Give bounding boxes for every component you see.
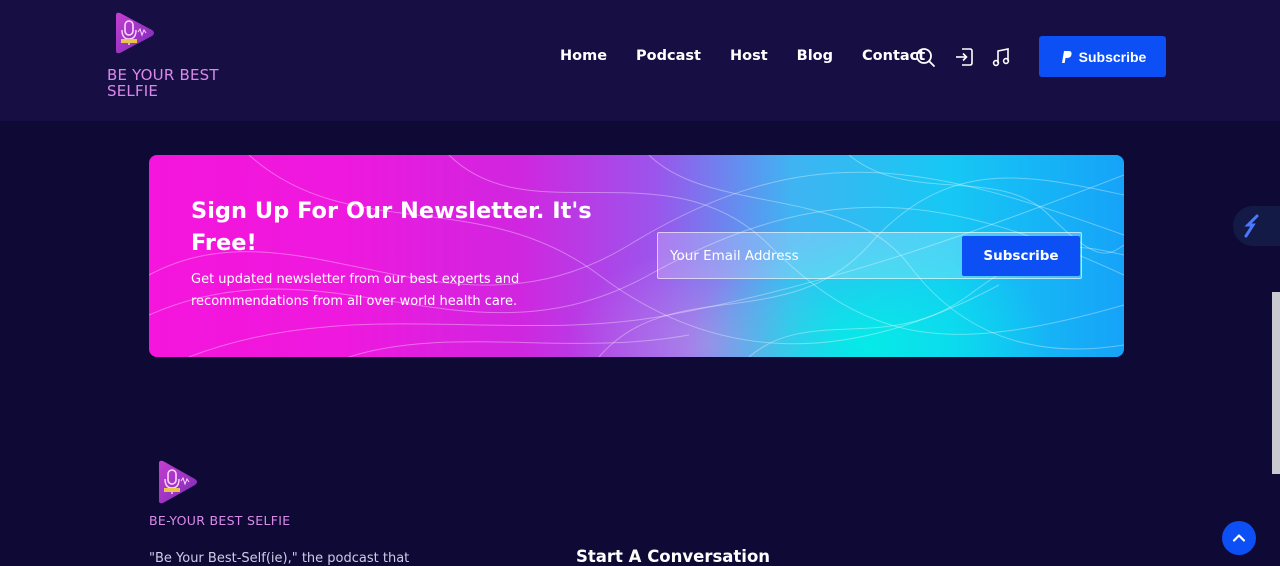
chevron-up-icon: [1232, 534, 1246, 542]
footer-brand: BE-YOUR BEST SELFIE: [149, 513, 291, 528]
newsletter-subscribe-button[interactable]: Subscribe: [962, 236, 1080, 276]
newsletter-form: Subscribe: [657, 232, 1082, 279]
subscribe-button[interactable]: Subscribe: [1039, 36, 1166, 77]
site-logo-text: BE YOUR BEST SELFIE: [107, 66, 219, 100]
email-field[interactable]: [670, 233, 960, 278]
newsletter-banner: Sign Up For Our Newsletter. It's Free! G…: [149, 155, 1124, 357]
footer-logo-icon[interactable]: [155, 460, 199, 504]
newsletter-title: Sign Up For Our Newsletter. It's Free!: [191, 198, 592, 256]
newsletter-description: Get updated newsletter from our best exp…: [191, 272, 520, 309]
site-logo[interactable]: BE YOUR BEST SELFIE: [107, 12, 247, 102]
nav-item-home[interactable]: Home: [560, 46, 607, 66]
login-icon[interactable]: [953, 46, 975, 68]
nav-item-blog[interactable]: Blog: [797, 46, 833, 66]
paypal-icon: [1061, 50, 1072, 63]
side-widget[interactable]: [1233, 206, 1280, 246]
slash-logo-icon: [1244, 214, 1259, 238]
scrollbar-thumb[interactable]: [1272, 292, 1280, 474]
subscribe-button-label: Subscribe: [1078, 48, 1147, 65]
search-icon[interactable]: [914, 46, 936, 68]
site-header: BE YOUR BEST SELFIE Home Podcast Host Bl…: [0, 0, 1280, 121]
back-to-top-button[interactable]: [1222, 521, 1256, 555]
podcast-logo-icon: [116, 12, 154, 54]
footer-heading: Start A Conversation: [576, 547, 771, 566]
main-nav: Home Podcast Host Blog Contact: [560, 46, 954, 66]
nav-item-host[interactable]: Host: [730, 46, 768, 66]
music-note-icon[interactable]: [990, 46, 1012, 68]
footer-description: "Be Your Best-Self(ie)," the podcast tha…: [149, 551, 410, 566]
nav-item-podcast[interactable]: Podcast: [636, 46, 701, 66]
